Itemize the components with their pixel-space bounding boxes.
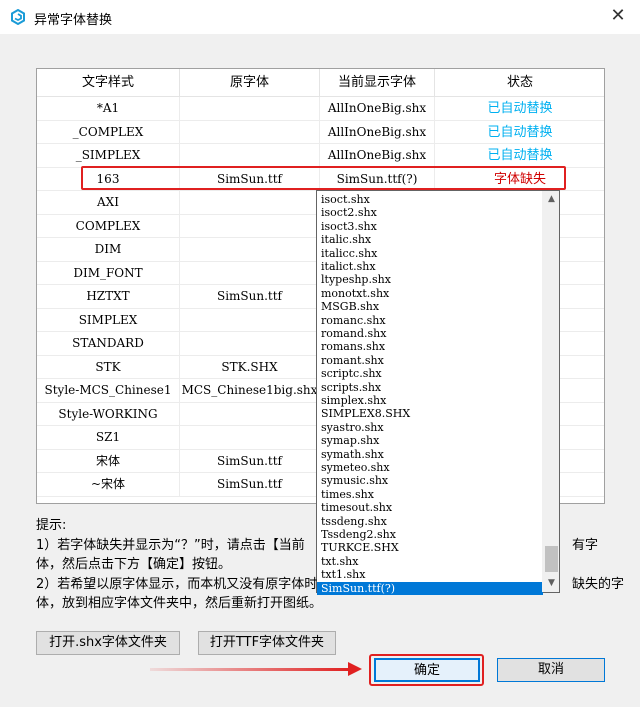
dropdown-scrollbar[interactable]: ▲ ▼ [542,191,559,592]
table-header: 文字样式 原字体 当前显示字体 状态 [37,69,604,97]
cell-original-font: SimSun.ttf [180,473,320,497]
cell-style: DIM_FONT [37,261,180,285]
dropdown-option[interactable]: romanc.shx [317,314,543,327]
tip-line-1: 1）若字体缺失并显示为“？”时，请点击【当前 [36,538,305,553]
scroll-up-icon[interactable]: ▲ [543,191,560,208]
cell-original-font [180,332,320,356]
header-status[interactable]: 状态 [435,69,604,97]
table-row[interactable]: _COMPLEX AllInOneBig.shx 已自动替换 [37,120,604,144]
title-bar: 异常字体替换 ✕ [0,0,640,34]
cell-original-font [180,120,320,144]
table-row[interactable]: _SIMPLEX AllInOneBig.shx 已自动替换 [37,144,604,168]
cell-style: AXI [37,191,180,215]
pointer-arrow-line [150,668,350,671]
cell-style: *A1 [37,97,180,121]
cell-original-font: SimSun.ttf [180,285,320,309]
cell-original-font [180,261,320,285]
cell-style: _COMPLEX [37,120,180,144]
dropdown-option[interactable]: syastro.shx [317,421,543,434]
font-dropdown-list[interactable]: isoct.shx isoct2.shx isoct3.shx italic.shx i… [316,190,560,595]
dropdown-option[interactable]: SIMPLEX8.SHX [317,407,543,420]
dropdown-option[interactable]: isoct3.shx [317,220,543,233]
row-highlight-annotation [81,166,566,190]
cell-current-font[interactable]: AllInOneBig.shx [320,120,435,144]
cell-status: 已自动替换 [487,124,553,140]
app-logo-icon [11,9,25,25]
dropdown-option[interactable]: monotxt.shx [317,287,543,300]
dropdown-option[interactable]: scripts.shx [317,381,543,394]
dropdown-option[interactable]: timesout.shx [317,501,543,514]
pointer-arrow-head-icon [348,662,362,676]
cell-style: COMPLEX [37,214,180,238]
dropdown-option[interactable]: times.shx [317,488,543,501]
cell-original-font: SimSun.ttf [180,449,320,473]
cell-original-font: MCS_Chinese1big.shx [180,379,320,403]
dropdown-option[interactable]: ltypeshp.shx [317,273,543,286]
table-row[interactable]: *A1 AllInOneBig.shx 已自动替换 [37,97,604,121]
dropdown-option[interactable]: txt.shx [317,555,543,568]
cell-style: Style-MCS_Chinese1 [37,379,180,403]
dropdown-option[interactable]: symusic.shx [317,474,543,487]
cell-status: 已自动替换 [487,101,553,116]
dropdown-option[interactable]: MSGB.shx [317,300,543,313]
cell-original-font [180,144,320,168]
dropdown-option[interactable]: txt1.shx [317,568,543,581]
dropdown-option[interactable]: italicc.shx [317,247,543,260]
dropdown-option[interactable]: symath.shx [317,448,543,461]
scroll-down-icon[interactable]: ▼ [543,575,560,592]
cell-original-font [180,191,320,215]
tip-line-3-end: 缺失的字 [572,577,625,592]
tip-line-1-end: 有字 [572,538,599,553]
cell-style: SZ1 [37,426,180,450]
dropdown-option[interactable]: SimSun.ttf(?) [317,581,543,595]
tip-line-4: 体，放到相应字体文件夹中，然后重新打开图纸。 [36,596,323,611]
dropdown-option[interactable]: italict.shx [317,260,543,273]
dropdown-option[interactable]: isoct2.shx [317,206,543,219]
tip-line-2: 体，然后点击下方【确定】按钮。 [36,557,232,572]
cell-style: _SIMPLEX [37,144,180,168]
ok-button[interactable]: 确定 [374,658,480,682]
window-title: 异常字体替换 [34,13,113,28]
cell-style: SIMPLEX [37,308,180,332]
dropdown-option[interactable]: simplex.shx [317,394,543,407]
dropdown-option[interactable]: symap.shx [317,434,543,447]
cell-style: ~宋体 [37,473,180,497]
cell-status: 已自动替换 [487,148,553,163]
cancel-button[interactable]: 取消 [497,658,605,682]
header-original-font[interactable]: 原字体 [180,69,320,97]
dropdown-option[interactable]: Tssdeng2.shx [317,528,543,541]
cell-style: 宋体 [37,449,180,473]
cell-original-font [180,97,320,121]
cell-original-font [180,238,320,262]
cell-original-font [180,426,320,450]
cell-current-font[interactable]: AllInOneBig.shx [320,97,435,121]
scroll-thumb[interactable] [545,546,558,572]
cell-original-font: STK.SHX [180,355,320,379]
cell-original-font [180,402,320,426]
cell-original-font [180,308,320,332]
dropdown-option[interactable]: romant.shx [317,354,543,367]
open-ttf-folder-button[interactable]: 打开TTF字体文件夹 [198,631,336,655]
dropdown-option[interactable]: romans.shx [317,340,543,353]
tip-line-3: 2）若希望以原字体显示，而本机又没有原字体时 [36,577,318,592]
cell-style: STANDARD [37,332,180,356]
dropdown-option[interactable]: romand.shx [317,327,543,340]
dropdown-option[interactable]: symeteo.shx [317,461,543,474]
cell-current-font[interactable]: AllInOneBig.shx [320,144,435,168]
dropdown-option[interactable]: TURKCE.SHX [317,541,543,554]
open-shx-folder-button[interactable]: 打开.shx字体文件夹 [36,631,180,655]
dropdown-option[interactable]: isoct.shx [317,193,543,206]
tips-heading: 提示: [36,518,67,533]
cell-style: HZTXT [37,285,180,309]
cell-style: DIM [37,238,180,262]
header-current-font[interactable]: 当前显示字体 [320,69,435,97]
dropdown-option[interactable]: scriptc.shx [317,367,543,380]
cell-style: STK [37,355,180,379]
dropdown-option[interactable]: italic.shx [317,233,543,246]
cell-style: Style-WORKING [37,402,180,426]
cell-original-font [180,214,320,238]
header-style[interactable]: 文字样式 [37,69,180,97]
close-button[interactable]: ✕ [606,4,630,28]
dropdown-option[interactable]: tssdeng.shx [317,515,543,528]
